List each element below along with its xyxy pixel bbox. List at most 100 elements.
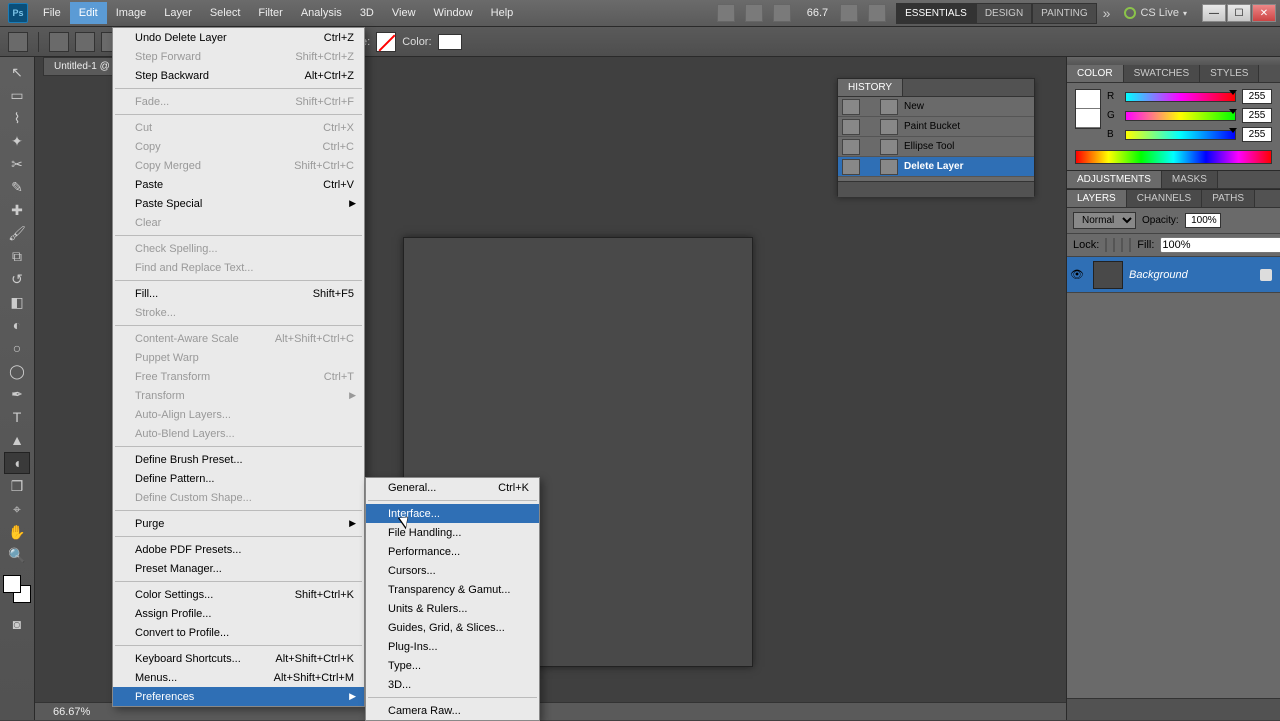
menu-item-paste[interactable]: PasteCtrl+V: [113, 175, 364, 194]
blend-mode-select[interactable]: Normal: [1073, 212, 1136, 229]
path-select-tool[interactable]: ▲: [4, 429, 30, 451]
menu-item-guides-grid-slices-[interactable]: Guides, Grid, & Slices...: [366, 618, 539, 637]
quick-select-tool[interactable]: ✦: [4, 130, 30, 152]
menu-item-purge[interactable]: Purge▶: [113, 514, 364, 533]
tab-channels[interactable]: CHANNELS: [1127, 190, 1202, 207]
color-ramp[interactable]: [1075, 150, 1272, 164]
workspace-painting[interactable]: PAINTING: [1032, 3, 1096, 24]
marquee-tool[interactable]: ▭: [4, 84, 30, 106]
menu-item-undo-delete-layer[interactable]: Undo Delete LayerCtrl+Z: [113, 28, 364, 47]
menu-edit[interactable]: Edit: [70, 2, 107, 24]
brush-tool[interactable]: 🖌: [4, 222, 30, 244]
zoom-level[interactable]: 66.7: [801, 7, 834, 19]
layer-row[interactable]: 👁 Background: [1067, 257, 1280, 293]
menu-item-define-pattern-[interactable]: Define Pattern...: [113, 469, 364, 488]
menu-item-color-settings-[interactable]: Color Settings...Shift+Ctrl+K: [113, 585, 364, 604]
g-value[interactable]: 255: [1242, 108, 1272, 123]
style-normal-icon[interactable]: [376, 32, 396, 52]
menu-item-preferences[interactable]: Preferences▶: [113, 687, 364, 706]
history-item[interactable]: Ellipse Tool: [838, 137, 1034, 157]
menu-item-adobe-pdf-presets-[interactable]: Adobe PDF Presets...: [113, 540, 364, 559]
menu-item--d-[interactable]: 3D...: [366, 675, 539, 694]
layer-thumbnail[interactable]: [1093, 261, 1123, 289]
extras-icon[interactable]: [868, 4, 886, 22]
workspace-design[interactable]: DESIGN: [976, 3, 1032, 24]
3d-tool[interactable]: ❒: [4, 475, 30, 497]
fill-input[interactable]: [1160, 237, 1280, 253]
close-button[interactable]: ✕: [1252, 4, 1276, 22]
status-zoom[interactable]: 66.67%: [53, 706, 90, 718]
visibility-icon[interactable]: 👁: [1067, 268, 1087, 281]
opacity-input[interactable]: [1185, 213, 1221, 228]
menu-window[interactable]: Window: [425, 2, 482, 24]
menu-item-general-[interactable]: General...Ctrl+K: [366, 478, 539, 497]
gradient-tool[interactable]: ◐: [4, 314, 30, 336]
history-item[interactable]: Paint Bucket: [838, 117, 1034, 137]
menu-item-step-backward[interactable]: Step BackwardAlt+Ctrl+Z: [113, 66, 364, 85]
b-slider[interactable]: [1125, 130, 1236, 140]
screen-mode-icon[interactable]: [840, 4, 858, 22]
menu-select[interactable]: Select: [201, 2, 250, 24]
add-selection-icon[interactable]: [75, 32, 95, 52]
shape-tool[interactable]: ◖: [4, 452, 30, 474]
menu-item-keyboard-shortcuts-[interactable]: Keyboard Shortcuts...Alt+Shift+Ctrl+K: [113, 649, 364, 668]
tab-layers[interactable]: LAYERS: [1067, 190, 1127, 207]
menu-item-preset-manager-[interactable]: Preset Manager...: [113, 559, 364, 578]
foreground-color[interactable]: [3, 575, 21, 593]
minimize-button[interactable]: —: [1202, 4, 1226, 22]
menu-item-paste-special[interactable]: Paste Special▶: [113, 194, 364, 213]
menu-item-assign-profile-[interactable]: Assign Profile...: [113, 604, 364, 623]
cs-live-button[interactable]: CS Live ▾: [1116, 7, 1195, 19]
pen-tool[interactable]: ✒: [4, 383, 30, 405]
color-preview[interactable]: [1075, 89, 1101, 129]
tab-masks[interactable]: MASKS: [1162, 171, 1218, 188]
menu-image[interactable]: Image: [107, 2, 156, 24]
zoom-tool[interactable]: 🔍: [4, 544, 30, 566]
b-value[interactable]: 255: [1242, 127, 1272, 142]
lock-all-icon[interactable]: [1129, 238, 1131, 252]
history-item[interactable]: New: [838, 97, 1034, 117]
lock-pixels-icon[interactable]: [1113, 238, 1115, 252]
menu-3d[interactable]: 3D: [351, 2, 383, 24]
r-slider[interactable]: [1125, 92, 1236, 102]
3d-camera-tool[interactable]: ⌖: [4, 498, 30, 520]
lock-transparency-icon[interactable]: [1105, 238, 1107, 252]
menu-item-plug-ins-[interactable]: Plug-Ins...: [366, 637, 539, 656]
tab-color[interactable]: COLOR: [1067, 65, 1124, 82]
healing-tool[interactable]: ✚: [4, 199, 30, 221]
menu-item-camera-raw-[interactable]: Camera Raw...: [366, 701, 539, 720]
menu-filter[interactable]: Filter: [249, 2, 291, 24]
r-value[interactable]: 255: [1242, 89, 1272, 104]
arrange-icon[interactable]: [773, 4, 791, 22]
history-item[interactable]: Delete Layer: [838, 157, 1034, 177]
document-tab[interactable]: Untitled-1 @: [43, 57, 121, 76]
tab-styles[interactable]: STYLES: [1200, 65, 1259, 82]
menu-item-type-[interactable]: Type...: [366, 656, 539, 675]
tab-swatches[interactable]: SWATCHES: [1124, 65, 1201, 82]
new-selection-icon[interactable]: [49, 32, 69, 52]
more-workspaces-icon[interactable]: »: [1103, 5, 1111, 21]
eraser-tool[interactable]: ◧: [4, 291, 30, 313]
tab-adjustments[interactable]: ADJUSTMENTS: [1067, 171, 1162, 188]
menu-item-performance-[interactable]: Performance...: [366, 542, 539, 561]
eyedropper-tool[interactable]: ✎: [4, 176, 30, 198]
color-swatch[interactable]: [438, 34, 462, 50]
tab-paths[interactable]: PATHS: [1202, 190, 1255, 207]
color-picker[interactable]: [3, 575, 31, 603]
workspace-essentials[interactable]: ESSENTIALS: [896, 3, 976, 24]
menu-item-menus-[interactable]: Menus...Alt+Shift+Ctrl+M: [113, 668, 364, 687]
tool-preset-icon[interactable]: [8, 32, 28, 52]
bridge-icon[interactable]: [717, 4, 735, 22]
stamp-tool[interactable]: ⧉: [4, 245, 30, 267]
lasso-tool[interactable]: ⌇: [4, 107, 30, 129]
tab-history[interactable]: HISTORY: [838, 79, 903, 96]
maximize-button[interactable]: ☐: [1227, 4, 1251, 22]
menu-item-cursors-[interactable]: Cursors...: [366, 561, 539, 580]
menu-item-fill-[interactable]: Fill...Shift+F5: [113, 284, 364, 303]
g-slider[interactable]: [1125, 111, 1236, 121]
menu-item-define-brush-preset-[interactable]: Define Brush Preset...: [113, 450, 364, 469]
menu-item-interface-[interactable]: Interface...: [366, 504, 539, 523]
minibridge-icon[interactable]: [745, 4, 763, 22]
layer-name[interactable]: Background: [1129, 269, 1188, 281]
menu-item-convert-to-profile-[interactable]: Convert to Profile...: [113, 623, 364, 642]
